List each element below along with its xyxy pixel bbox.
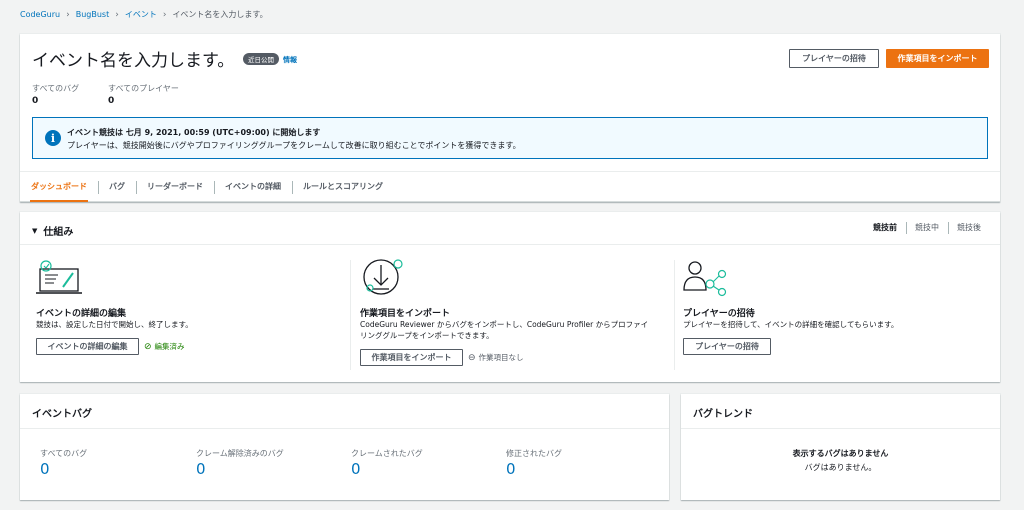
event-bugs-title: イベントバグ <box>32 409 92 420</box>
breadcrumb: CodeGuru › BugBust › イベント › イベント名を入力します。 <box>20 9 268 20</box>
import-work-items-step-button[interactable]: 作業項目をインポート <box>360 349 463 366</box>
edited-status-label: 編集済み <box>154 342 185 351</box>
tab-dashboard[interactable]: ダッシュボード <box>20 172 98 202</box>
how-it-works-panel: ▼ 仕組み 競技前 競技中 競技後 イベントの詳細の編集 競技は、設定した日付で… <box>20 212 1000 382</box>
bug-trend-empty-title: 表示するバグはありません <box>792 449 889 458</box>
step-edit-desc: 競技は、設定した日付で開始し、終了します。 <box>36 320 193 329</box>
caret-down-icon: ▼ <box>32 226 38 235</box>
bug-stat-fixed-value: 0 <box>506 460 516 478</box>
phase-before[interactable]: 競技前 <box>864 222 906 233</box>
bug-stat-all-value: 0 <box>40 460 50 478</box>
event-bugs-panel: イベントバグ すべてのバグ 0 クレーム解除済みのバグ 0 クレームされたバグ … <box>20 394 669 500</box>
bug-trend-panel: バグトレンド 表示するバグはありません バグはありません。 <box>681 394 1000 500</box>
chevron-right-icon: › <box>115 9 119 20</box>
bug-stat-unclaimed-label: クレーム解除済みのバグ <box>196 449 284 458</box>
step-invite-desc: プレイヤーを招待して、イベントの詳細を確認してもらいます。 <box>683 320 899 329</box>
tab-event-details[interactable]: イベントの詳細 <box>214 172 292 201</box>
chevron-right-icon: › <box>162 9 167 20</box>
invite-players-step-button[interactable]: プレイヤーの招待 <box>683 338 771 355</box>
bug-stat-unclaimed-value: 0 <box>196 460 206 478</box>
column-divider <box>674 260 675 370</box>
step-import-title: 作業項目をインポート <box>360 309 451 319</box>
minus-circle-icon: ⊖ <box>468 352 476 363</box>
event-bugs-header: イベントバグ <box>20 394 669 429</box>
stat-all-bugs-value: 0 <box>32 96 39 106</box>
page-title: イベント名を入力します。 <box>32 51 235 71</box>
phase-during[interactable]: 競技中 <box>906 222 948 234</box>
check-circle-icon: ⊘ <box>144 341 152 352</box>
no-work-items-label: 作業項目なし <box>478 353 524 362</box>
alert-title: イベント競技は 七月 9, 2021, 00:59 (UTC+09:00) に開… <box>67 128 321 137</box>
edit-event-details-button[interactable]: イベントの詳細の編集 <box>36 338 139 355</box>
bug-trend-title: バグトレンド <box>693 409 753 420</box>
tab-bar: ダッシュボード バグ リーダーボード イベントの詳細 ルールとスコアリング <box>20 171 1000 202</box>
edit-details-illustration-icon <box>36 260 82 294</box>
how-it-works-header: ▼ 仕組み 競技前 競技中 競技後 <box>20 212 1000 245</box>
step-edit-title: イベントの詳細の編集 <box>36 309 127 319</box>
step-invite-title: プレイヤーの招待 <box>683 309 755 319</box>
breadcrumb-bugbust[interactable]: BugBust <box>76 10 110 19</box>
tab-rules-scoring[interactable]: ルールとスコアリング <box>292 172 394 201</box>
bug-stat-claimed-label: クレームされたバグ <box>351 449 423 458</box>
tab-bugs[interactable]: バグ <box>98 172 136 201</box>
phase-selector: 競技前 競技中 競技後 <box>864 222 990 234</box>
how-it-works-title: 仕組み <box>43 227 74 238</box>
stat-all-players-value: 0 <box>108 96 115 106</box>
alert-description: プレイヤーは、競技開始後にバグやプロファイリンググループをクレームして改善に取り… <box>67 141 521 150</box>
tab-leaderboard[interactable]: リーダーボード <box>136 172 214 201</box>
bug-trend-header: バグトレンド <box>681 394 1000 429</box>
import-illustration-icon <box>363 259 403 295</box>
import-work-items-button[interactable]: 作業項目をインポート <box>886 49 989 68</box>
how-it-works-toggle[interactable]: ▼ 仕組み <box>32 223 74 239</box>
column-divider <box>350 260 351 370</box>
breadcrumb-current: イベント名を入力します。 <box>172 10 268 19</box>
edited-status: ⊘ 編集済み <box>144 341 185 352</box>
bug-stat-claimed-value: 0 <box>351 460 361 478</box>
info-link[interactable]: 情報 <box>283 55 297 65</box>
bug-stat-fixed-label: 修正されたバグ <box>506 449 562 458</box>
info-icon: i <box>45 130 61 146</box>
bug-stat-all-label: すべてのバグ <box>40 449 88 458</box>
stat-all-bugs-label: すべてのバグ <box>32 84 80 93</box>
no-work-items-status: ⊖ 作業項目なし <box>468 352 524 363</box>
event-header-panel: イベント名を入力します。 近日公開 情報 プレイヤーの招待 作業項目をインポート… <box>20 34 1000 202</box>
breadcrumb-codeguru[interactable]: CodeGuru <box>20 10 60 19</box>
status-badge: 近日公開 <box>243 53 279 65</box>
chevron-right-icon: › <box>66 9 70 20</box>
invite-players-button[interactable]: プレイヤーの招待 <box>789 49 879 68</box>
stat-all-players-label: すべてのプレイヤー <box>108 84 179 93</box>
phase-after[interactable]: 競技後 <box>948 222 990 234</box>
step-import-desc-line1: CodeGuru Reviewer からバグをインポートし、CodeGuru P… <box>360 320 649 329</box>
breadcrumb-events[interactable]: イベント <box>125 9 157 20</box>
bug-trend-empty-desc: バグはありません。 <box>804 463 877 472</box>
invite-players-illustration-icon <box>683 261 727 297</box>
info-alert: i イベント競技は 七月 9, 2021, 00:59 (UTC+09:00) … <box>32 117 988 159</box>
step-import-desc-line2: リンググループをインポートできます。 <box>360 331 494 340</box>
